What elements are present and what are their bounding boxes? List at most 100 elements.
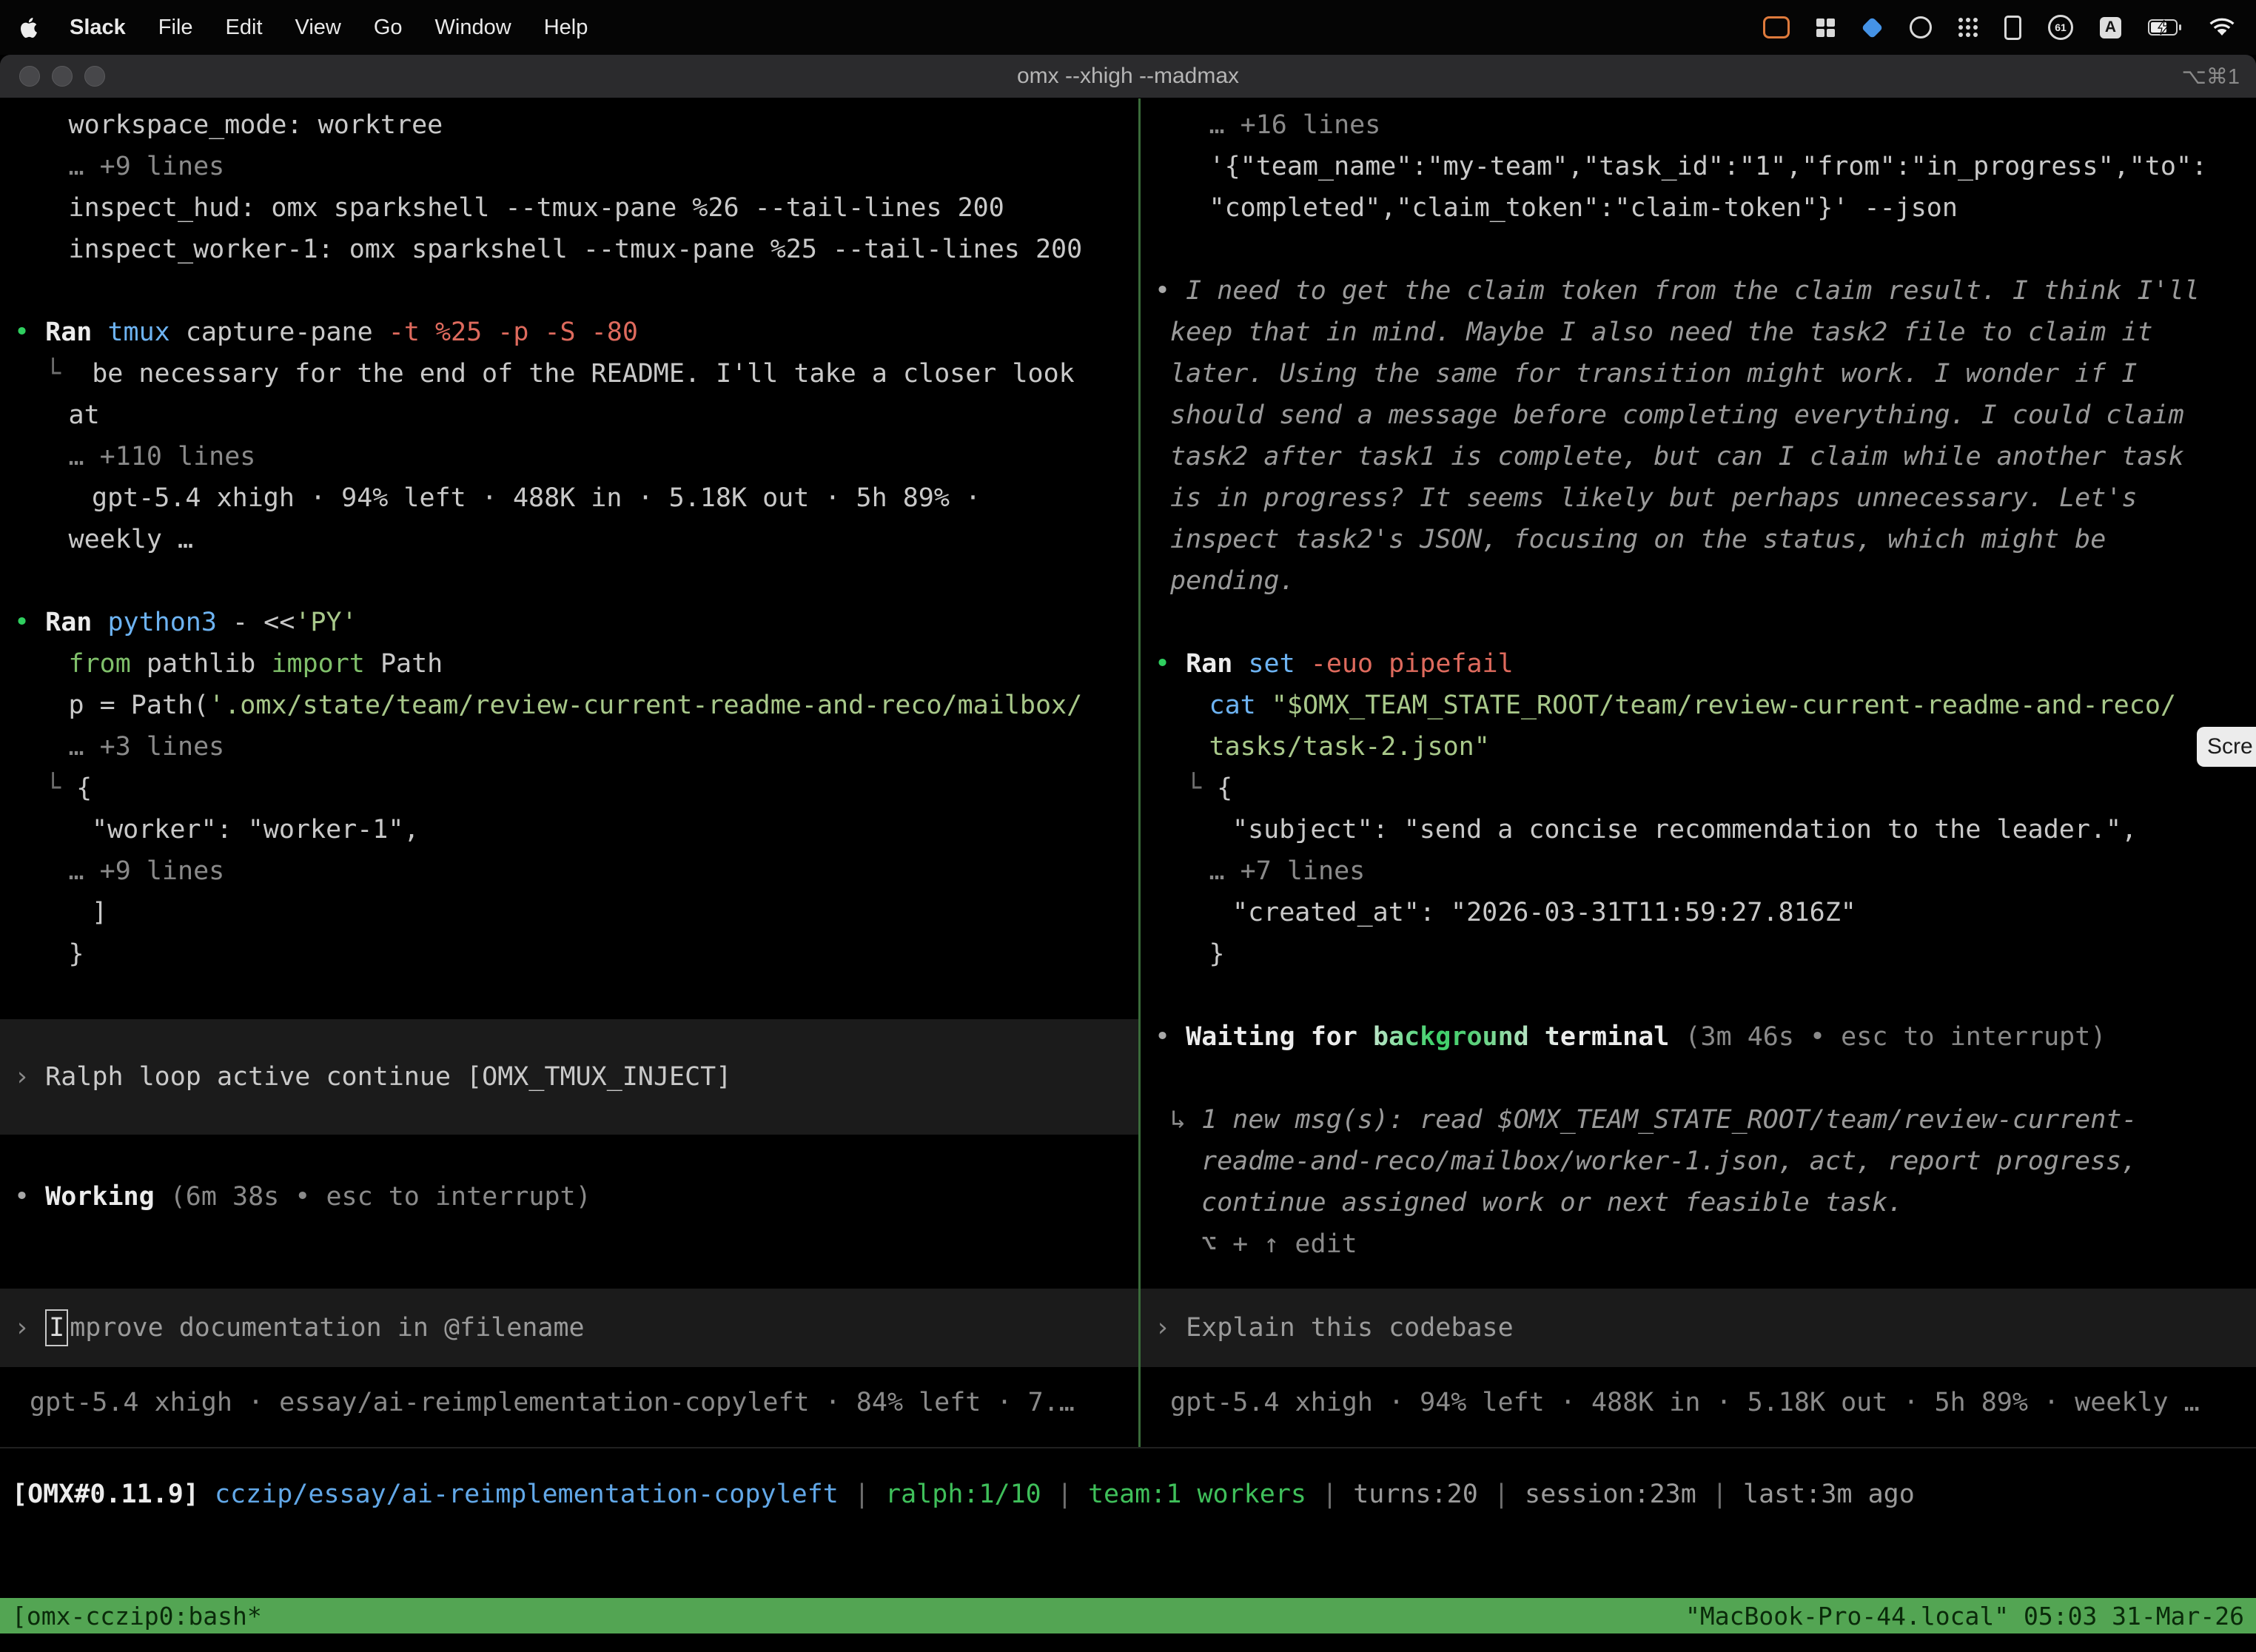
- zoom-button[interactable]: [84, 66, 105, 87]
- text-segment: |: [839, 1480, 885, 1509]
- text-segment: •: [1155, 1022, 1186, 1052]
- terminal-line: [0, 270, 1138, 312]
- text-segment: weekly …: [69, 525, 194, 554]
- text-segment: [OMX#0.11.9]: [12, 1480, 215, 1509]
- text-segment: p = Path(: [69, 691, 209, 720]
- battery-icon[interactable]: [2148, 19, 2182, 36]
- terminal-line: inspect task2's JSON, focusing on the st…: [1141, 519, 2256, 560]
- text-segment: (6m 38s • esc to interrupt): [170, 1182, 591, 1212]
- apple-logo-icon[interactable]: [21, 18, 37, 38]
- text-segment: mprove documentation in @filename: [70, 1313, 584, 1343]
- menu-item-file[interactable]: File: [158, 16, 193, 40]
- text-segment: tasks/task-2.json": [1209, 732, 1490, 762]
- terminal-line: … +3 lines: [0, 726, 1138, 768]
- text-segment: cat: [1209, 691, 1272, 720]
- terminal-line: p = Path('.omx/state/team/review-current…: [0, 685, 1138, 726]
- text-segment: |: [1306, 1480, 1353, 1509]
- text-segment: should send a message before completing …: [1170, 400, 2184, 430]
- terminal-line: [1141, 975, 2256, 1016]
- terminal-line: "created_at": "2026-03-31T11:59:27.816Z": [1141, 892, 2256, 933]
- terminal-line: ]: [0, 892, 1138, 933]
- ring-icon[interactable]: [1910, 16, 1932, 38]
- menu-item-edit[interactable]: Edit: [226, 16, 263, 40]
- text-segment: 'PY': [295, 608, 357, 637]
- menu-item-help[interactable]: Help: [544, 16, 588, 40]
- menu-status-icons: 61 A: [1763, 15, 2235, 40]
- screen-recording-icon[interactable]: [1763, 16, 1790, 38]
- terminal-line: gpt-5.4 xhigh · essay/ai-reimplementatio…: [0, 1382, 1138, 1423]
- window-title-bar: omx --xhigh --madmax ⌥⌘1: [0, 55, 2256, 98]
- terminal-line: … +110 lines: [0, 436, 1138, 477]
- text-segment: workspace_mode: worktree: [69, 110, 443, 140]
- terminal-line: gpt-5.4 xhigh · 94% left · 488K in · 5.1…: [1141, 1382, 2256, 1423]
- text-segment: ]: [92, 898, 107, 927]
- text-segment: {: [76, 773, 92, 803]
- terminal-line: later. Using the same for transition mig…: [1141, 353, 2256, 394]
- app-grid-icon[interactable]: [1958, 18, 1978, 37]
- terminal-line: gpt-5.4 xhigh · 94% left · 488K in · 5.1…: [0, 477, 1138, 519]
- text-segment: task2 after task1 is complete, but can I…: [1170, 442, 2184, 471]
- text-segment: ›: [14, 1313, 45, 1343]
- text-segment: •: [1155, 276, 1186, 306]
- minimize-button[interactable]: [52, 66, 73, 87]
- text-segment: └: [45, 359, 92, 389]
- terminal-line: … +7 lines: [1141, 850, 2256, 892]
- terminal-line: continue assigned work or next feasible …: [1141, 1182, 2256, 1223]
- menu-item-slack[interactable]: Slack: [70, 16, 126, 40]
- text-segment: '{"team_name":"my-team","task_id":"1","f…: [1209, 152, 2208, 181]
- screen-share-overlay[interactable]: Scre: [2197, 727, 2256, 767]
- terminal-line: • Waiting for background terminal (3m 46…: [1141, 1016, 2256, 1058]
- terminal-pane-left[interactable]: workspace_mode: worktree… +9 linesinspec…: [0, 98, 1138, 1447]
- text-segment: import: [271, 649, 364, 679]
- terminal-line: [1141, 229, 2256, 270]
- blue-app-icon[interactable]: [1861, 16, 1884, 38]
- text-segment: •: [14, 1182, 45, 1212]
- injected-prompt-band[interactable]: › Ralph loop active continue [OMX_TMUX_I…: [0, 1019, 1138, 1135]
- menu-item-go[interactable]: Go: [374, 16, 403, 40]
- composer-band[interactable]: › Explain this codebase: [1141, 1289, 2256, 1367]
- terminal-line: └ {: [1141, 768, 2256, 809]
- text-segment: is in progress? It seems likely but perh…: [1170, 483, 2137, 513]
- text-segment: (3m 46s • esc to interrupt): [1685, 1022, 2106, 1052]
- text-segment: pending.: [1170, 566, 1295, 596]
- window-shortcut-hint: ⌥⌘1: [2181, 64, 2240, 90]
- input-source-icon[interactable]: A: [2100, 17, 2121, 38]
- terminal-line: keep that in mind. Maybe I also need the…: [1141, 312, 2256, 353]
- text-segment: "subject": "send a concise recommendatio…: [1232, 815, 2137, 845]
- battery-gauge-icon[interactable]: 61: [2048, 15, 2073, 40]
- terminal-line: weekly …: [0, 519, 1138, 560]
- tmux-host-time: "MacBook-Pro-44.local" 05:03 31-Mar-26: [1685, 1602, 2244, 1631]
- terminal-line: '{"team_name":"my-team","task_id":"1","f…: [1141, 146, 2256, 187]
- text-segment: session:23m: [1525, 1480, 1696, 1509]
- device-icon[interactable]: [2004, 16, 2021, 40]
- terminal-line: should send a message before completing …: [1141, 394, 2256, 436]
- text-segment: … +7 lines: [1209, 856, 1366, 886]
- close-button[interactable]: [19, 66, 40, 87]
- menu-item-view[interactable]: View: [295, 16, 341, 40]
- text-segment: •: [14, 318, 45, 347]
- wifi-icon[interactable]: [2209, 18, 2235, 38]
- menu-item-window[interactable]: Window: [435, 16, 511, 40]
- text-segment: ralph:1/10: [885, 1480, 1041, 1509]
- text-segment: Waiting for background terminal: [1186, 1022, 1685, 1052]
- text-segment: ›: [14, 1062, 45, 1092]
- terminal-line: is in progress? It seems likely but perh…: [1141, 477, 2256, 519]
- text-segment: 1 new msg(s): read $OMX_TEAM_STATE_ROOT/…: [1201, 1105, 2137, 1135]
- tmux-status-bar: [omx-cczip0:bash* "MacBook-Pro-44.local"…: [0, 1598, 2256, 1633]
- text-segment: └: [1186, 773, 1217, 803]
- terminal-line: inspect_worker-1: omx sparkshell --tmux-…: [0, 229, 1138, 270]
- terminal-pane-right[interactable]: … +16 lines'{"team_name":"my-team","task…: [1141, 98, 2256, 1447]
- text-segment: tmux: [107, 318, 185, 347]
- window-tiles-icon[interactable]: [1816, 19, 1835, 37]
- terminal-line: [0, 1135, 1138, 1176]
- terminal-line: › Explain this codebase: [1141, 1307, 2256, 1349]
- pane-left-content: workspace_mode: worktree… +9 linesinspec…: [0, 104, 1138, 1423]
- terminal-line: • Ran tmux capture-pane -t %25 -p -S -80: [0, 312, 1138, 353]
- menu-items: File Edit View Go Window Help: [158, 16, 588, 40]
- terminal-line: cat "$OMX_TEAM_STATE_ROOT/team/review-cu…: [1141, 685, 2256, 726]
- text-segment: Explain this codebase: [1186, 1313, 1514, 1343]
- terminal-line: › Ralph loop active continue [OMX_TMUX_I…: [0, 1056, 1138, 1098]
- text-segment: continue assigned work or next feasible …: [1201, 1188, 1903, 1218]
- text-segment: inspect_worker-1: omx sparkshell --tmux-…: [69, 235, 1083, 264]
- composer-band[interactable]: › Improve documentation in @filename: [0, 1289, 1138, 1367]
